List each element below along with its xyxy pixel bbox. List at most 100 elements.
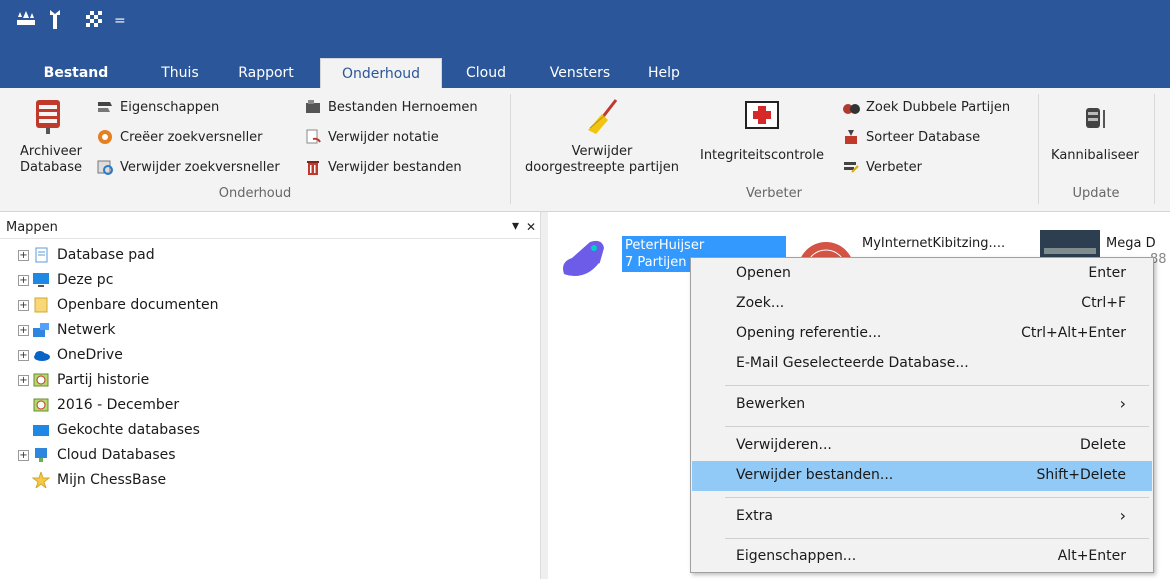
integrity-check-label: Integriteitscontrole (699, 148, 824, 163)
remove-crossed-games-button[interactable]: Verwijder doorgestreepte partijen (518, 96, 686, 176)
history-icon (32, 372, 50, 388)
tree-item-bought-databases[interactable]: Gekochte databases (32, 418, 200, 442)
tab-help[interactable]: Help (636, 58, 692, 88)
menu-item-label: Eigenschappen... (736, 548, 857, 564)
tab-rapport[interactable]: Rapport (226, 58, 306, 88)
submenu-arrow-icon: › (1119, 394, 1126, 413)
tree-item-public-documents[interactable]: + Openbare documenten (18, 293, 219, 317)
improve-label: Verbeter (866, 159, 922, 175)
menu-item-verwijder-bestanden[interactable]: Verwijder bestanden... Shift+Delete (692, 461, 1152, 491)
menu-item-opening-referentie[interactable]: Opening referentie... Ctrl+Alt+Enter (692, 319, 1152, 349)
menu-item-shortcut: Ctrl+Alt+Enter (1021, 325, 1126, 341)
folders-pane-header: Mappen ▾ ✕ (0, 217, 540, 239)
menu-item-eigenschappen[interactable]: Eigenschappen... Alt+Enter (692, 542, 1152, 572)
delete-files-button[interactable]: Verwijder bestanden (304, 156, 462, 178)
find-duplicates-button[interactable]: Zoek Dubbele Partijen (842, 96, 1010, 118)
find-duplicates-label: Zoek Dubbele Partijen (866, 99, 1011, 115)
board-icon[interactable] (86, 11, 104, 31)
menu-item-openen[interactable]: Openen Enter (692, 259, 1152, 289)
wrench-icon[interactable] (48, 9, 72, 33)
menu-item-verwijderen[interactable]: Verwijderen... Delete (692, 431, 1152, 461)
create-search-booster-button[interactable]: Creëer zoekversneller (96, 126, 263, 148)
menu-item-label: Extra (736, 508, 773, 524)
database-name: PeterHuijser (625, 238, 705, 253)
menu-item-shortcut: Shift+Delete (1036, 467, 1126, 483)
ribbon-panel: Archiveer Database Eigenschappen Creëer … (0, 88, 1170, 212)
remove-search-booster-button[interactable]: Verwijder zoekversneller (96, 156, 280, 178)
tree-item-cloud-databases[interactable]: + Cloud Databases (18, 443, 176, 467)
menu-item-bewerken[interactable]: Bewerken › (692, 390, 1152, 420)
eigenschappen-label: Eigenschappen (120, 99, 220, 115)
expand-icon[interactable]: + (18, 249, 29, 261)
dropdown-arrow-icon[interactable]: = (114, 13, 126, 29)
tree-item-label: Partij historie (57, 372, 150, 388)
folder-icon (32, 297, 50, 313)
tab-onderhoud[interactable]: Onderhoud (320, 58, 442, 88)
expand-icon[interactable]: + (18, 324, 29, 336)
first-aid-icon (744, 96, 780, 132)
menu-item-shortcut: Ctrl+F (1081, 295, 1126, 311)
quick-access-toolbar: = (16, 8, 126, 34)
menu-separator (725, 497, 1149, 498)
folders-pane-title: Mappen (6, 220, 58, 235)
menu-item-zoek[interactable]: Zoek... Ctrl+F (692, 289, 1152, 319)
document-icon (32, 247, 50, 263)
menu-item-extra[interactable]: Extra › (692, 502, 1152, 532)
remove-booster-icon (96, 158, 114, 176)
sort-database-button[interactable]: Sorteer Database (842, 126, 980, 148)
remove-notation-icon (304, 128, 322, 146)
expand-icon[interactable]: + (18, 299, 29, 311)
tree-item-onedrive[interactable]: + OneDrive (18, 343, 123, 367)
tree-item-database-path[interactable]: + Database pad (18, 243, 155, 267)
database-name: MyInternetKibitzing.... (862, 236, 1006, 251)
tab-vensters[interactable]: Vensters (540, 58, 620, 88)
cloud-icon (32, 347, 50, 363)
eigenschappen-button[interactable]: Eigenschappen (96, 96, 219, 118)
pane-options-icon[interactable]: ▾ (512, 218, 519, 234)
tab-cloud[interactable]: Cloud (454, 58, 518, 88)
tab-thuis[interactable]: Thuis (148, 58, 212, 88)
expand-icon[interactable]: + (18, 374, 29, 386)
menu-separator (725, 538, 1149, 539)
tree-item-label: Netwerk (57, 322, 116, 338)
pane-splitter[interactable] (540, 212, 548, 579)
menu-item-label: E-Mail Geselecteerde Database... (736, 355, 969, 371)
tree-item-label: Database pad (57, 247, 155, 263)
cannibalize-icon (1080, 106, 1110, 130)
rename-files-button[interactable]: Bestanden Hernoemen (304, 96, 478, 118)
improve-button[interactable]: Verbeter (842, 156, 922, 178)
tree-item-this-pc[interactable]: + Deze pc (18, 268, 113, 292)
menu-separator (725, 426, 1149, 427)
menu-item-label: Verwijderen... (736, 437, 832, 453)
database-shop-icon (32, 422, 50, 438)
chess-pieces-icon[interactable] (16, 10, 38, 32)
remove-crossed-label-line2: doorgestreepte partijen (524, 160, 680, 175)
tree-item-label: 2016 - December (57, 397, 180, 413)
menu-item-label: Openen (736, 265, 791, 281)
expand-icon[interactable]: + (18, 449, 29, 461)
tree-item-game-history[interactable]: + Partij historie (18, 368, 149, 392)
archive-database-button[interactable]: Archiveer Database (20, 96, 82, 176)
expand-icon[interactable]: + (18, 274, 29, 286)
expand-icon[interactable]: + (18, 349, 29, 361)
tree-item-2016-december[interactable]: 2016 - December (32, 393, 179, 417)
remove-notation-button[interactable]: Verwijder notatie (304, 126, 439, 148)
menu-separator (725, 385, 1149, 386)
menu-item-email-database[interactable]: E-Mail Geselecteerde Database... (692, 349, 1152, 379)
tree-item-label: Deze pc (57, 272, 114, 288)
properties-icon (96, 98, 114, 116)
pane-close-icon[interactable]: ✕ (526, 220, 536, 234)
tree-item-network[interactable]: + Netwerk (18, 318, 116, 342)
tree-item-label: Openbare documenten (57, 297, 219, 313)
search-booster-icon (96, 128, 114, 146)
tab-bestand[interactable]: Bestand (36, 58, 116, 88)
tree-item-label: Mijn ChessBase (57, 472, 167, 488)
tree-item-my-chessbase[interactable]: Mijn ChessBase (31, 468, 167, 492)
integrity-check-button[interactable]: Integriteitscontrole (692, 96, 832, 164)
rename-icon (304, 98, 322, 116)
cannibalize-button[interactable]: Kannibaliseer (1040, 96, 1150, 164)
menu-item-label: Bewerken (736, 396, 806, 412)
remove-crossed-label-line1: Verwijder (571, 144, 633, 159)
delete-files-label: Verwijder bestanden (328, 159, 462, 175)
menu-item-shortcut: Alt+Enter (1057, 548, 1126, 564)
